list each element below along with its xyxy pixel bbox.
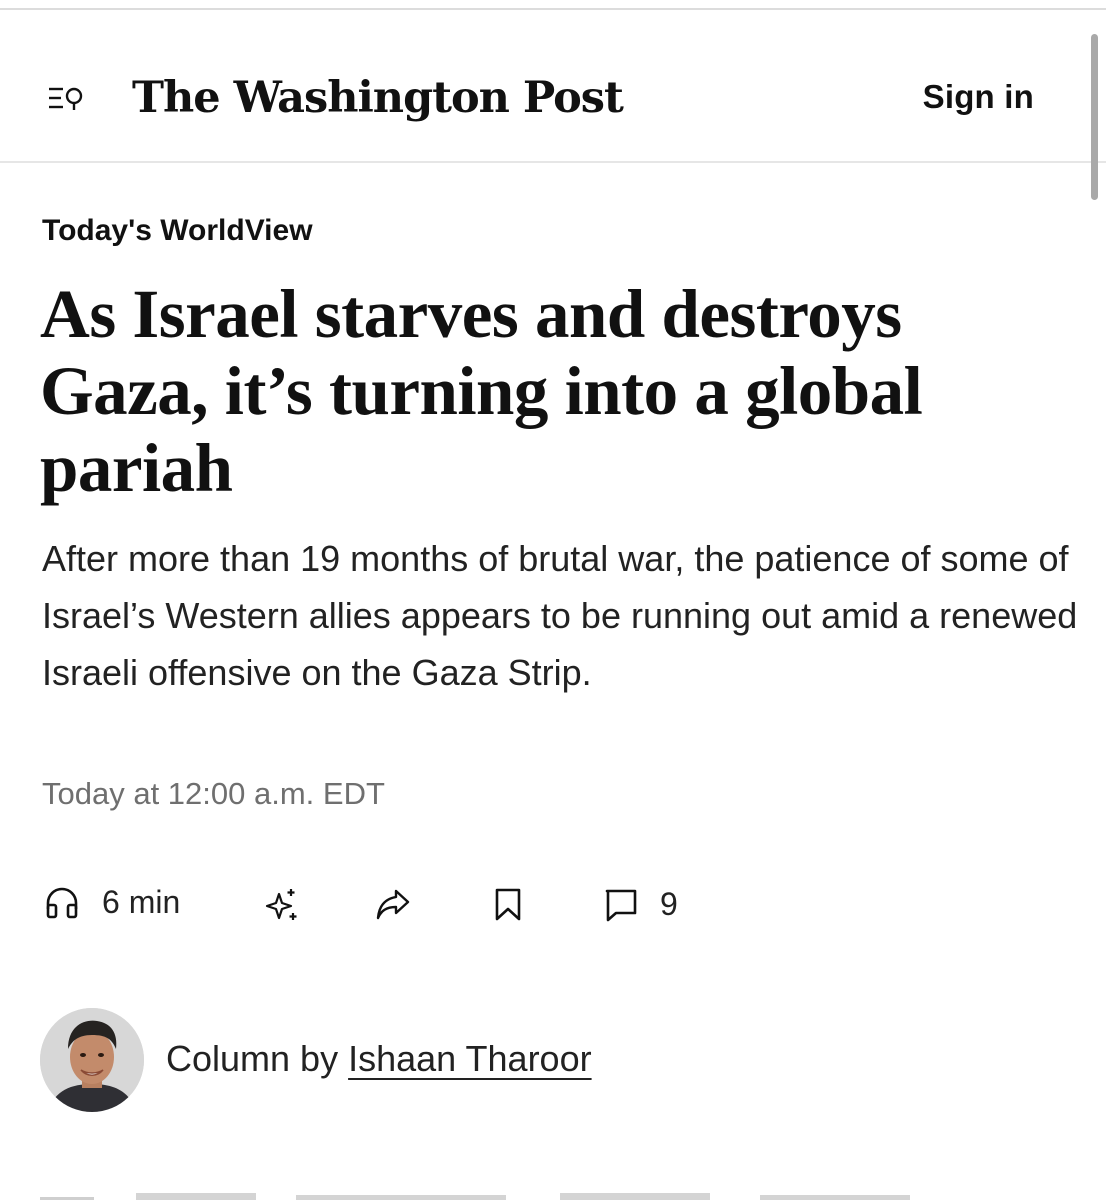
article-body-clipped	[40, 1188, 920, 1200]
share-arrow-icon	[376, 889, 410, 920]
save-button[interactable]	[494, 888, 522, 922]
site-header: The Washington Post Sign in	[0, 10, 1106, 162]
byline-text: Column by Ishaan Tharoor	[166, 1038, 592, 1080]
comment-icon	[605, 889, 637, 921]
sparkles-icon	[265, 889, 297, 920]
byline: Column by Ishaan Tharoor	[40, 1008, 1040, 1112]
bookmark-icon	[495, 888, 521, 921]
author-link[interactable]: Ishaan Tharoor	[348, 1038, 592, 1079]
listen-button[interactable]: 6 min	[44, 884, 180, 921]
menu-search-button[interactable]	[44, 76, 90, 122]
headphones-icon	[46, 887, 78, 918]
summary-button[interactable]	[262, 886, 300, 924]
menu-search-icon	[49, 87, 83, 110]
header-divider	[0, 161, 1106, 163]
comments-count: 9	[660, 886, 678, 922]
share-button[interactable]	[374, 886, 412, 922]
scrollbar[interactable]	[1091, 34, 1098, 200]
section-kicker[interactable]: Today's WorldView	[42, 214, 313, 248]
listen-duration: 6 min	[102, 884, 181, 920]
article-headline: As Israel starves and destroys Gaza, it’…	[40, 276, 923, 506]
sign-in-button[interactable]: Sign in	[923, 78, 1034, 116]
washington-post-logo[interactable]: The Washington Post	[132, 66, 624, 130]
author-avatar[interactable]	[40, 1008, 144, 1112]
publish-timestamp: Today at 12:00 a.m. EDT	[42, 776, 385, 811]
comments-button[interactable]: 9	[604, 886, 678, 923]
article-toolbar: 6 min 9	[0, 870, 1106, 940]
byline-prefix: Column by	[166, 1038, 339, 1079]
article-dek: After more than 19 months of brutal war,…	[42, 538, 1078, 693]
